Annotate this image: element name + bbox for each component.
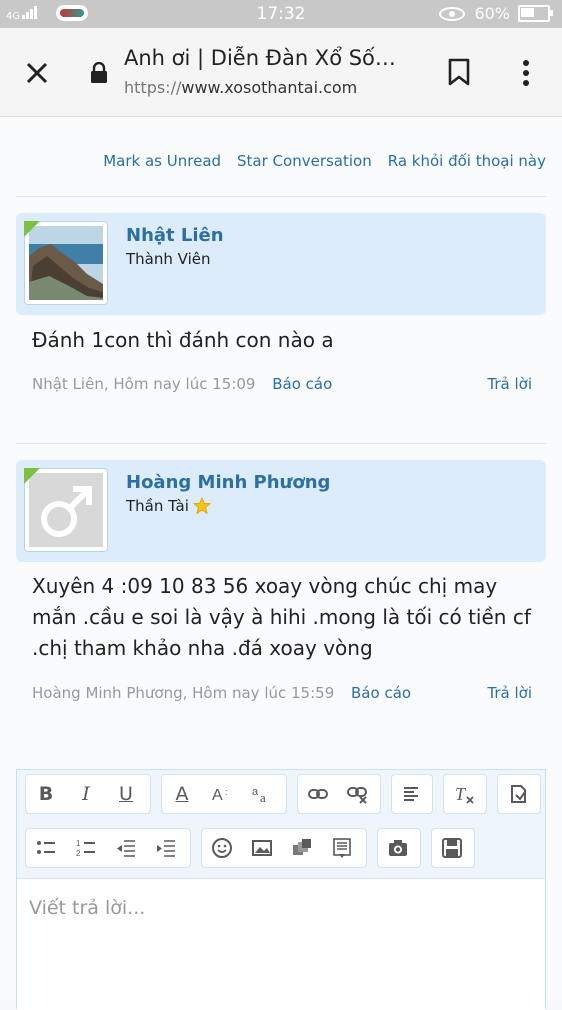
align-left-icon[interactable]: [392, 775, 432, 813]
page-title: Anh ơi | Diễn Đàn Xổ Số…: [124, 46, 396, 70]
message-meta: Nhật Liên, Hôm nay lúc 15:09 Báo cáo Trả…: [32, 375, 532, 393]
svg-text:2: 2: [76, 849, 81, 858]
message-author-time[interactable]: Nhật Liên, Hôm nay lúc 15:09: [32, 375, 255, 393]
lock-icon: [91, 62, 107, 83]
close-icon[interactable]: [22, 58, 52, 88]
divider: [16, 196, 546, 197]
divider: [16, 443, 546, 444]
report-link[interactable]: Báo cáo: [272, 375, 332, 393]
camera-group: [377, 828, 421, 868]
user-title: Thần Tài: [126, 497, 189, 515]
svg-text:T: T: [455, 784, 467, 804]
mark-unread-link[interactable]: Mark as Unread: [103, 152, 221, 170]
image-icon[interactable]: [242, 829, 282, 867]
unlink-icon[interactable]: [338, 775, 378, 813]
landscape-photo-icon: [29, 226, 103, 300]
numbered-list-icon[interactable]: 12: [66, 829, 106, 867]
save-draft-icon[interactable]: [432, 829, 472, 867]
message-text: Xuyên 4 :09 10 83 56 xoay vòng chúc chị …: [32, 574, 531, 660]
message-meta: Hoàng Minh Phương, Hôm nay lúc 15:59 Báo…: [32, 684, 532, 702]
user-title: Thành Viên: [126, 250, 211, 268]
text-style-group: B I U: [25, 774, 151, 814]
font-size-icon[interactable]: A:: [202, 775, 242, 813]
svg-text:A: A: [212, 787, 223, 804]
male-avatar-icon: [29, 473, 103, 547]
conversation-actions: Mark as Unread Star Conversation Ra khỏi…: [103, 152, 546, 170]
message-author-time[interactable]: Hoàng Minh Phương, Hôm nay lúc 15:59: [32, 684, 334, 702]
svg-text:a: a: [260, 790, 266, 805]
underline-icon[interactable]: U: [106, 775, 146, 813]
list-group: 12: [25, 828, 191, 868]
reply-placeholder: Viết trả lời...: [29, 897, 146, 919]
message-text: Đánh 1con thì đánh con nào a: [32, 328, 334, 352]
camera-icon[interactable]: [378, 829, 418, 867]
smiley-icon[interactable]: [202, 829, 242, 867]
battery-icon: [518, 5, 553, 22]
conversation-page: Mark as Unread Star Conversation Ra khỏi…: [0, 117, 562, 1010]
user-title-row: Thần Tài: [126, 497, 211, 515]
clear-formatting-icon[interactable]: T: [444, 775, 484, 813]
media-icon[interactable]: [282, 829, 322, 867]
bullet-list-icon[interactable]: [26, 829, 66, 867]
message-header: Hoàng Minh Phương Thần Tài: [16, 460, 546, 562]
browser-toolbar: Anh ơi | Diễn Đàn Xổ Số… https://www.xos…: [0, 28, 562, 117]
outdent-icon[interactable]: [106, 829, 146, 867]
message-header: Nhật Liên Thành Viên: [16, 213, 546, 315]
quote-icon[interactable]: [322, 829, 362, 867]
insert-group: [201, 828, 367, 868]
toggle-source-icon[interactable]: [498, 775, 538, 813]
clear-format-group: T: [443, 774, 487, 814]
url-protocol: https://: [124, 78, 182, 97]
url-bar[interactable]: https://www.xosothantai.com: [124, 78, 357, 97]
url-host: www.xosothantai.com: [181, 78, 358, 97]
online-badge: [24, 221, 40, 237]
report-link[interactable]: Báo cáo: [351, 684, 411, 702]
reply-textarea[interactable]: Viết trả lời...: [17, 878, 545, 1010]
svg-text:1: 1: [76, 839, 81, 848]
star-icon: [192, 497, 211, 515]
link-icon[interactable]: [298, 775, 338, 813]
username[interactable]: Hoàng Minh Phương: [126, 472, 330, 493]
align-group: [391, 774, 433, 814]
star-conversation-link[interactable]: Star Conversation: [237, 152, 372, 170]
source-group: [497, 774, 541, 814]
save-group: [431, 828, 475, 868]
leave-conversation-link[interactable]: Ra khỏi đối thoại này: [388, 152, 546, 170]
svg-text::: :: [225, 787, 228, 797]
user-title-row: Thành Viên: [126, 250, 210, 268]
status-bar: 4G 17:32 60%: [0, 0, 562, 28]
indent-icon[interactable]: [146, 829, 186, 867]
bold-icon[interactable]: B: [26, 775, 66, 813]
svg-text:a: a: [252, 786, 259, 798]
reply-link[interactable]: Trả lời: [487, 375, 532, 393]
bookmark-icon[interactable]: [446, 58, 472, 86]
reply-link[interactable]: Trả lời: [487, 684, 532, 702]
font-color-icon[interactable]: A: [162, 775, 202, 813]
link-group: [297, 774, 381, 814]
eye-comfort-icon: [439, 6, 466, 21]
font-group: A A: aa: [161, 774, 287, 814]
online-badge: [24, 468, 40, 484]
battery-percent: 60%: [474, 4, 510, 23]
italic-icon[interactable]: I: [66, 775, 106, 813]
username[interactable]: Nhật Liên: [126, 225, 224, 246]
font-family-icon[interactable]: aa: [242, 775, 282, 813]
reply-editor: B I U A A: aa T 12 Viết trả lời...: [16, 769, 546, 1010]
more-options-icon[interactable]: [516, 58, 536, 88]
